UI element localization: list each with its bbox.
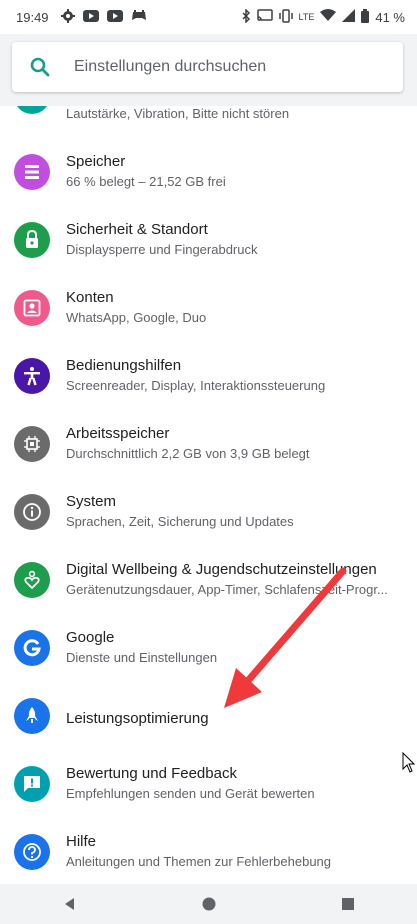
settings-item-title: Bedienungshilfen: [66, 357, 182, 374]
rocket-icon: [14, 698, 50, 734]
memory-chip-icon: [14, 426, 50, 462]
settings-item-help[interactable]: Hilfe Anleitungen und Themen zur Fehlerb…: [0, 822, 417, 890]
google-g-icon: [14, 630, 50, 666]
settings-item-security[interactable]: Sicherheit & Standort Displaysperre und …: [0, 210, 417, 278]
feedback-icon: [14, 766, 50, 802]
battery-level: 41 %: [375, 9, 405, 25]
info-icon: [14, 494, 50, 530]
settings-item-subtitle: Anleitungen und Themen zur Fehlerbehebun…: [66, 854, 332, 869]
settings-item-subtitle: Lautstärke, Vibration, Bitte nicht störe…: [66, 106, 290, 121]
accessibility-icon: [14, 358, 50, 394]
status-right-icons: LTE 41 %: [241, 7, 405, 26]
status-time: 19:49: [16, 9, 49, 25]
mouse-cursor-icon: [402, 752, 416, 773]
settings-item-memory[interactable]: Arbeitsspeicher Durchschnittlich 2,2 GB …: [0, 414, 417, 482]
settings-item-subtitle: Gerätenutzungsdauer, App-Timer, Schlafen…: [66, 582, 388, 597]
settings-item-subtitle: Displaysperre und Fingerabdruck: [66, 242, 258, 257]
settings-item-subtitle: Empfehlungen senden und Gerät bewerten: [66, 786, 315, 801]
settings-item-subtitle: Sprachen, Zeit, Sicherung und Updates: [66, 514, 294, 529]
home-icon: [202, 897, 215, 911]
home-button[interactable]: [189, 884, 229, 924]
search-icon: [28, 55, 52, 79]
settings-item-storage[interactable]: Speicher 66 % belegt – 21,52 GB frei: [0, 142, 417, 210]
settings-item-title: Arbeitsspeicher: [66, 425, 170, 442]
status-bar: 19:49 LTE 41 %: [0, 0, 417, 34]
storage-icon: [14, 154, 50, 190]
account-icon: [14, 290, 50, 326]
back-icon: [64, 898, 74, 910]
settings-item-title: Google: [66, 629, 115, 646]
settings-item-title: Leistungsoptimierung: [66, 710, 209, 727]
settings-item-title: Digital Wellbeing & Jugendschutzeinstell…: [66, 561, 377, 578]
vibrate-icon: [278, 8, 293, 26]
settings-item-title: Speicher: [66, 153, 126, 170]
settings-gear-icon: [60, 8, 75, 26]
settings-item-subtitle: Dienste und Einstellungen: [66, 650, 218, 665]
lte-icon: LTE: [298, 12, 315, 22]
settings-item-accounts[interactable]: Konten WhatsApp, Google, Duo: [0, 278, 417, 346]
settings-item-system[interactable]: System Sprachen, Zeit, Sicherung und Upd…: [0, 482, 417, 550]
settings-item-google[interactable]: Google Dienste und Einstellungen: [0, 618, 417, 686]
settings-item-title: Sicherheit & Standort: [66, 221, 208, 238]
bluetooth-icon: [241, 7, 251, 26]
search-placeholder: Einstellungen durchsuchen: [74, 58, 267, 75]
settings-item-digital-wellbeing[interactable]: Digital Wellbeing & Jugendschutzeinstell…: [0, 550, 417, 618]
wellbeing-heart-icon: [14, 562, 50, 598]
settings-item-title: Konten: [66, 289, 114, 306]
recents-button[interactable]: [328, 884, 368, 924]
help-icon: [14, 834, 50, 870]
navigation-bar: [0, 884, 417, 924]
settings-item-feedback[interactable]: Bewertung und Feedback Empfehlungen send…: [0, 754, 417, 822]
search-input[interactable]: Einstellungen durchsuchen: [12, 42, 403, 92]
settings-item-subtitle: Screenreader, Display, Interaktionssteue…: [66, 378, 326, 393]
youtube-icon: [106, 9, 123, 25]
settings-item-title: Hilfe: [66, 833, 97, 850]
back-button[interactable]: [50, 884, 90, 924]
settings-item-subtitle: WhatsApp, Google, Duo: [66, 310, 207, 325]
youtube-icon: [82, 9, 99, 25]
settings-item-performance[interactable]: Leistungsoptimierung: [0, 686, 417, 754]
cast-icon: [256, 9, 273, 25]
recents-icon: [341, 898, 354, 910]
settings-item-title: System: [66, 493, 117, 510]
settings-item-accessibility[interactable]: Bedienungshilfen Screenreader, Display, …: [0, 346, 417, 414]
settings-item-title: Bewertung und Feedback: [66, 765, 237, 782]
wifi-icon: [320, 9, 337, 25]
search-bar-container: Einstellungen durchsuchen: [0, 34, 417, 106]
settings-item-subtitle: 66 % belegt – 21,52 GB frei: [66, 174, 226, 189]
settings-item-subtitle: Durchschnittlich 2,2 GB von 3,9 GB beleg…: [66, 446, 310, 461]
signal-icon: [342, 9, 356, 25]
lock-icon: [14, 222, 50, 258]
battery-icon: [361, 8, 370, 26]
game-controller-icon: [131, 9, 147, 26]
